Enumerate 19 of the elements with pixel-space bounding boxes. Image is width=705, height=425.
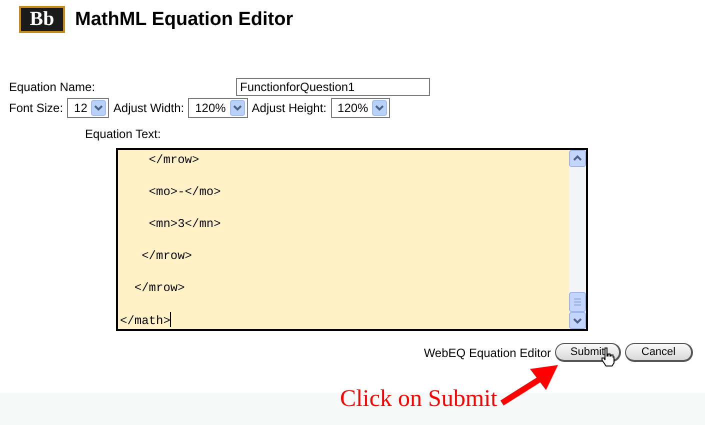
dropdown[interactable]: 12 — [67, 98, 110, 118]
annotation-text: Click on Submit — [340, 386, 498, 413]
field-label: Adjust Height: — [252, 101, 327, 115]
field-label: Equation Name: — [9, 80, 96, 94]
page-title: MathML Equation Editor — [75, 8, 294, 30]
chevron-down-icon — [91, 100, 106, 116]
annotation-arrow — [500, 365, 560, 407]
logo: Bb — [19, 6, 65, 33]
editor-label: WebEQ Equation Editor — [424, 346, 551, 360]
form-button[interactable]: Submit — [555, 343, 621, 362]
name-field[interactable]: FunctionforQuestion1 — [236, 78, 430, 96]
dropdown[interactable]: 120% — [188, 98, 248, 118]
chevron-down-icon — [230, 100, 245, 116]
field-label: Adjust Width: — [113, 101, 184, 115]
field-label: Font Size: — [9, 101, 64, 115]
field-label: Equation Text: — [85, 127, 162, 143]
dropdown[interactable]: 120% — [330, 98, 390, 118]
form-button[interactable]: Cancel — [625, 343, 693, 362]
chevron-down-icon — [372, 100, 388, 116]
